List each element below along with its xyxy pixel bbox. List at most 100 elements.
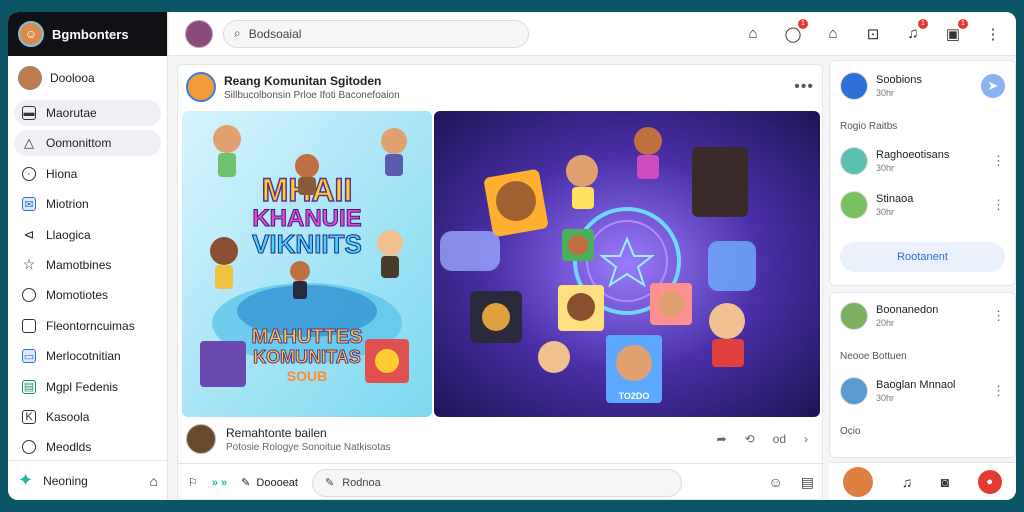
- user-name: Boonanedon: [876, 304, 939, 316]
- more-vertical-icon[interactable]: ⋮: [992, 308, 1005, 324]
- pencil-icon: ✎: [324, 477, 335, 489]
- sidebar-item-8[interactable]: ▭ Merlocotnitian: [14, 343, 161, 369]
- record-icon[interactable]: ●: [977, 469, 1002, 494]
- sidebar-item-label: Hiona: [46, 166, 78, 181]
- search-value: Bodsoaial: [248, 26, 302, 41]
- triangle-icon: △: [24, 135, 34, 151]
- commenter-avatar[interactable]: [186, 424, 216, 454]
- user-row[interactable]: Boonanedon 20hr ⋮: [830, 301, 1015, 331]
- profile-name: Doolooa: [50, 71, 95, 85]
- bag-icon[interactable]: ⊡: [864, 25, 882, 43]
- inbox-icon[interactable]: ▣ 1: [944, 18, 968, 43]
- user-avatar[interactable]: [185, 19, 213, 48]
- repost-icon[interactable]: ⟲: [745, 432, 755, 446]
- top-icons: ⌂ ◯ 1 ⌂ ⊡ ♫ 1 ▣ 1 ⋮: [744, 18, 1016, 43]
- sidebar-nav: ▬ Maorutae △ Oomonittom · Hiona ✉ Miotrion ⊲…: [8, 96, 167, 467]
- chart-icon: ▤: [22, 379, 36, 394]
- sidebar-item-label: Oomonittom: [46, 136, 112, 151]
- post-subtitle: Sillbucolbonsin Prloe Ifoti Baconefoaion: [224, 89, 400, 101]
- bell-icon[interactable]: ♫ 1: [904, 19, 928, 42]
- sidebar-item-1[interactable]: △ Oomonittom: [14, 130, 161, 157]
- post-illustration: MHAII KHANUIE VIKNIITS MAHUTTES KOMUNITA…: [182, 111, 820, 417]
- composer-right: ☺ ▤: [768, 474, 814, 491]
- sidebar-item-3[interactable]: ✉ Miotrion: [14, 191, 161, 217]
- profile-row[interactable]: Doolooa: [8, 56, 167, 96]
- user-row[interactable]: Raghoeotisans 30hr ⋮: [830, 146, 1015, 176]
- dual-arrow-icon[interactable]: » »: [212, 477, 227, 489]
- post-author-avatar[interactable]: [186, 72, 216, 102]
- featured-name: Soobions: [876, 74, 922, 86]
- action-label[interactable]: od: [773, 432, 786, 446]
- featured-card[interactable]: Soobions 30hr ➤: [830, 69, 1015, 103]
- sidebar-item-7[interactable]: Fleontorncuimas: [14, 313, 161, 339]
- search-icon: ⌕: [234, 26, 241, 40]
- more-vertical-icon[interactable]: ⋮: [992, 197, 1005, 213]
- sidebar-item-2[interactable]: · Hiona: [14, 161, 161, 187]
- bell-icon[interactable]: ♫: [902, 474, 913, 490]
- emoji-icon[interactable]: ☺: [768, 474, 782, 491]
- post-header: Reang Komunitan Sgitoden Sillbucolbonsin…: [178, 65, 822, 109]
- attachment-icon[interactable]: ▤: [801, 474, 814, 491]
- sidebar-item-label: Miotrion: [46, 197, 89, 212]
- compose-button[interactable]: ✎ Doooeat: [241, 476, 298, 490]
- sidebar-footer[interactable]: ✦ Neoning ⌂: [8, 460, 168, 500]
- sidebar-item-4[interactable]: ⊲ Llaogica: [14, 222, 161, 248]
- notification-badge: 1: [918, 19, 928, 29]
- sidebar-item-label: Mamotbines: [46, 257, 112, 272]
- sidebar-item-label: Kasoola: [46, 409, 90, 424]
- more-options-icon[interactable]: •••: [794, 78, 814, 96]
- sidebar-item-10[interactable]: K Kasoola: [14, 404, 161, 430]
- comment-input-value: Rodnoa: [342, 476, 381, 489]
- brand-name: Bgmbonters: [52, 26, 129, 42]
- more-vertical-icon[interactable]: ⋮: [992, 153, 1005, 169]
- notification-badge: 1: [958, 18, 968, 29]
- camera-icon[interactable]: ◙: [941, 474, 949, 490]
- calendar-icon: ▭: [22, 349, 36, 364]
- sidebar-item-label: Mgpl Fedenis: [46, 379, 119, 394]
- commenter-meta: Potosie Rologye Sonoitue Natkisotas: [226, 441, 391, 453]
- user-avatar[interactable]: [843, 466, 874, 497]
- search-icon: ·: [22, 166, 36, 181]
- more-vertical-icon[interactable]: ⋮: [992, 383, 1005, 399]
- user-row[interactable]: Baoglan Mnnaol 30hr ⋮: [830, 376, 1015, 406]
- user-name: Baoglan Mnnaol: [876, 379, 956, 391]
- featured-avatar: [840, 72, 868, 100]
- poster-title-2: KHANUIE: [252, 205, 361, 232]
- sidebar-item-11[interactable]: Meodlds: [14, 434, 161, 460]
- sidebar-item-label: Momotiotes: [46, 288, 109, 303]
- post-title: Reang Komunitan Sgitoden: [224, 73, 382, 88]
- bookmark-icon[interactable]: ⚐: [188, 476, 198, 489]
- house-icon[interactable]: ⌂: [824, 25, 842, 42]
- app-window: ☺ Bgmbonters Doolooa ▬ Maorutae △ Oomonitt…: [8, 12, 1016, 500]
- chevron-right-icon[interactable]: ›: [804, 432, 808, 446]
- search-input[interactable]: ⌕ Bodsoaial: [223, 19, 529, 48]
- more-vertical-icon[interactable]: ⋮: [984, 25, 1002, 43]
- section-title: Rogio Raitbs: [840, 121, 898, 132]
- user-sub: 30hr: [876, 207, 895, 217]
- user-sub: 20hr: [876, 318, 895, 328]
- sparkle-icon: ✦: [18, 470, 34, 490]
- sidebar-item-9[interactable]: ▤ Mgpl Fedenis: [14, 374, 161, 400]
- user-sub: 30hr: [876, 393, 895, 403]
- send-icon[interactable]: ➤: [981, 74, 1005, 98]
- share-icon[interactable]: ➦: [717, 432, 727, 446]
- top-bar: ⌕ Bodsoaial ⌂ ◯ 1 ⌂ ⊡ ♫ 1 ▣ 1 ⋮: [169, 12, 1016, 56]
- user-avatar: [840, 377, 868, 405]
- primary-button[interactable]: Rootanent: [840, 242, 1005, 272]
- post-images[interactable]: MHAII KHANUIE VIKNIITS MAHUTTES KOMUNITA…: [182, 111, 820, 417]
- chat-icon[interactable]: ◯ 1: [784, 18, 808, 43]
- sidebar-item-5[interactable]: ☆ Mamotbines: [14, 252, 161, 278]
- sidebar-item-0[interactable]: ▬ Maorutae: [14, 100, 161, 126]
- compass-icon: ⊲: [23, 226, 35, 242]
- user-row[interactable]: Stinaoa 30hr ⋮: [830, 190, 1015, 220]
- user-avatar: [840, 302, 868, 330]
- home-icon[interactable]: ⌂: [150, 473, 158, 489]
- compose-label: Doooeat: [256, 476, 298, 489]
- brand-header[interactable]: ☺ Bgmbonters: [8, 12, 167, 56]
- sidebar-item-6[interactable]: Momotiotes: [14, 282, 161, 308]
- comment-input[interactable]: ✎ Rodnoa: [311, 468, 682, 497]
- left-sidebar: ☺ Bgmbonters Doolooa ▬ Maorutae △ Oomonitt…: [8, 12, 168, 500]
- sidebar-item-label: Fleontorncuimas: [46, 318, 135, 333]
- right-panel-bottom: Boonanedon 20hr ⋮ Neooe Bottuen Baoglan …: [829, 292, 1016, 458]
- home-icon[interactable]: ⌂: [744, 25, 762, 42]
